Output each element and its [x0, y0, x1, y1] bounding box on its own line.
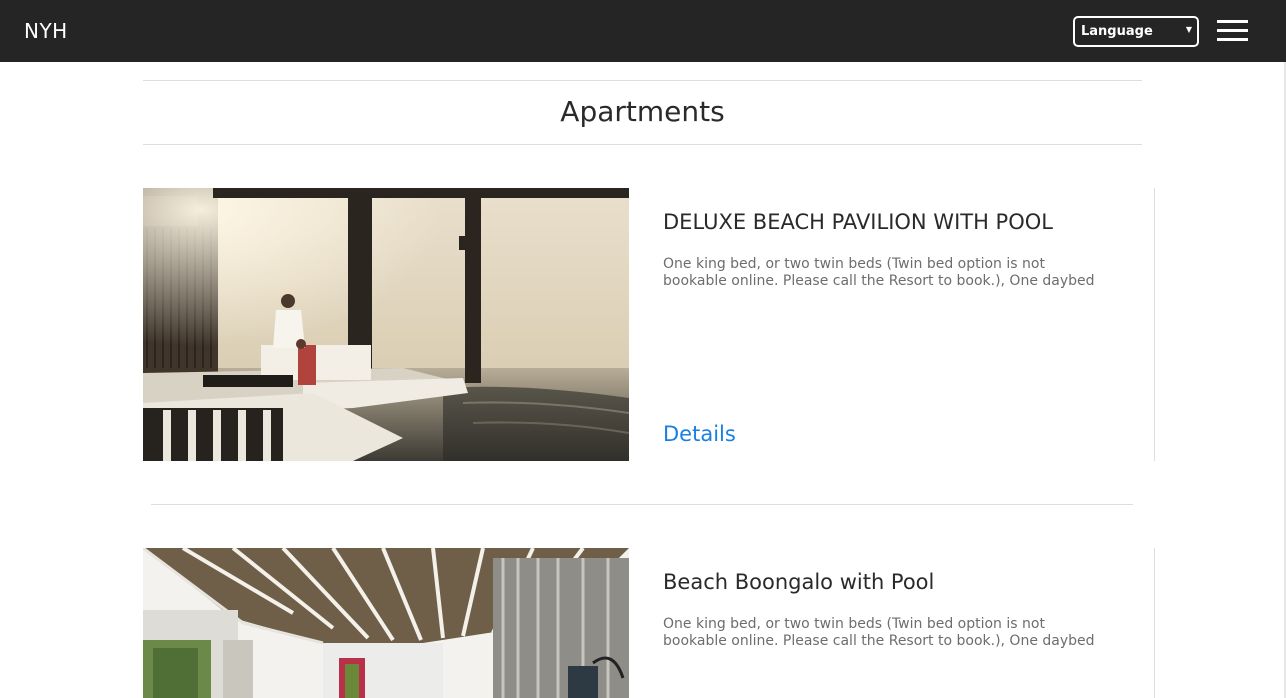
divider	[143, 80, 1142, 81]
divider	[143, 144, 1142, 145]
apartment-description: One king bed, or two twin beds (Twin bed…	[663, 256, 1095, 289]
menu-icon[interactable]	[1217, 19, 1248, 43]
page-title: Apartments	[560, 95, 725, 128]
card-border	[1154, 188, 1155, 461]
apartment-title: DELUXE BEACH PAVILION WITH POOL	[663, 210, 1053, 234]
card-border	[1154, 548, 1155, 698]
apartment-description: One king bed, or two twin beds (Twin bed…	[663, 616, 1095, 649]
apartment-photo[interactable]	[143, 548, 629, 698]
chevron-down-icon: ▼	[1185, 25, 1192, 34]
apartment-photo[interactable]	[143, 188, 629, 461]
brand-logo-link[interactable]: NYH	[24, 19, 68, 43]
apartment-title: Beach Boongalo with Pool	[663, 570, 935, 594]
language-select-value: Language	[1081, 24, 1153, 39]
page: NYH Language ▼ Apartments DELUXE BEACH P…	[0, 0, 1286, 698]
top-navbar: NYH Language ▼	[0, 0, 1286, 62]
details-link[interactable]: Details	[663, 421, 736, 447]
language-select[interactable]: Language ▼	[1073, 16, 1199, 47]
card-divider	[151, 504, 1133, 505]
